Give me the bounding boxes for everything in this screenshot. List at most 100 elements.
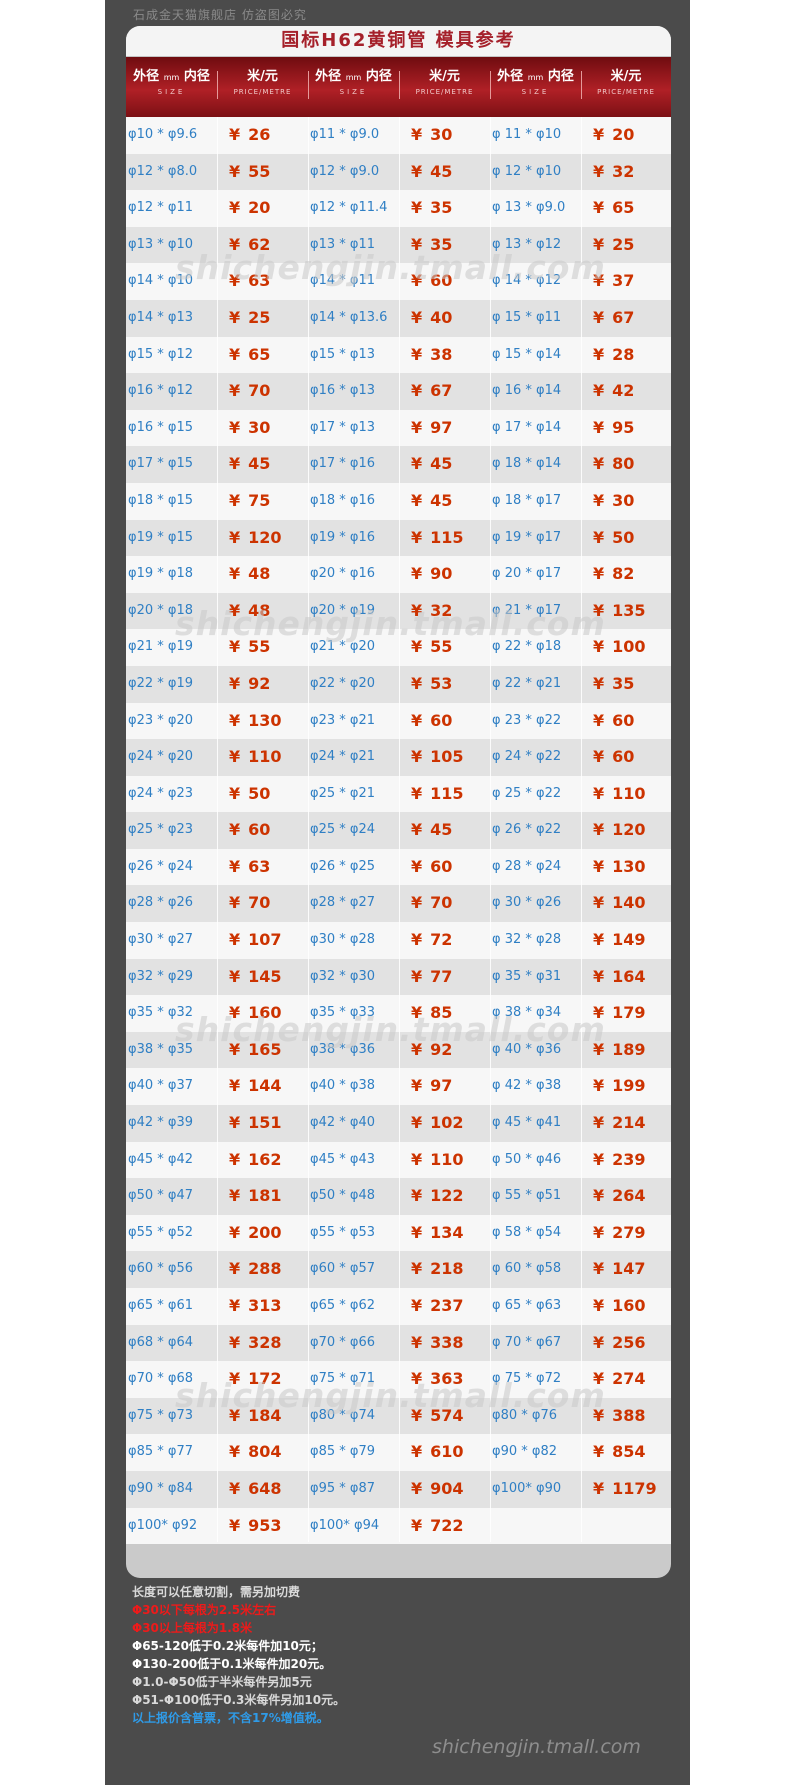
price-value: 75	[248, 490, 271, 510]
price-cell: ¥35	[399, 190, 489, 227]
price-cell: ¥55	[217, 154, 307, 191]
size-cell: φ45 * φ42	[128, 1151, 193, 1167]
price-value: 134	[430, 1222, 464, 1242]
price-value: 32	[612, 161, 635, 181]
price-value: 164	[612, 966, 646, 986]
price-cell: ¥145	[217, 959, 307, 996]
price-value: 218	[430, 1259, 464, 1279]
size-cell: φ12 * φ11	[128, 200, 193, 216]
size-cell: φ15 * φ13	[310, 346, 375, 362]
size-cell: φ18 * φ16	[310, 492, 375, 508]
price-cell: ¥60	[399, 849, 489, 886]
currency-symbol: ¥	[593, 930, 605, 950]
currency-symbol: ¥	[229, 747, 241, 767]
price-cell: ¥65	[581, 190, 671, 227]
size-cell: φ 20 * φ17	[492, 566, 562, 582]
price-value: 42	[612, 381, 635, 401]
size-cell: φ 26 * φ22	[492, 822, 562, 838]
size-cell: φ 13 * φ9.0	[492, 200, 566, 216]
footer-watermark: shichengjin.tmall.com	[432, 1736, 641, 1758]
note-line: Φ65-120低于0.2米每件加10元；	[132, 1639, 323, 1653]
size-cell: φ50 * φ48	[310, 1188, 375, 1204]
price-value: 149	[612, 930, 646, 950]
price-cell: ¥130	[581, 849, 671, 886]
currency-symbol: ¥	[593, 1222, 605, 1242]
price-cell: ¥53	[399, 666, 489, 703]
price-cell: ¥200	[217, 1215, 307, 1252]
size-cell: φ25 * φ23	[128, 822, 193, 838]
size-cell: φ26 * φ25	[310, 858, 375, 874]
price-value: 288	[248, 1259, 282, 1279]
price-cell: ¥50	[217, 776, 307, 813]
price-cell: ¥164	[581, 959, 671, 996]
size-cell: φ100* φ90	[492, 1480, 562, 1496]
price-value: 70	[248, 893, 271, 913]
price-cell: ¥328	[217, 1325, 307, 1362]
price-value: 26	[248, 125, 271, 144]
price-value: 1179	[612, 1478, 657, 1498]
currency-symbol: ¥	[229, 527, 241, 547]
price-value: 105	[430, 747, 464, 767]
price-cell: ¥122	[399, 1178, 489, 1215]
size-cell: φ40 * φ38	[310, 1078, 375, 1094]
size-cell: φ16 * φ13	[310, 383, 375, 399]
watermark: shichengjin.tmall.com	[175, 1376, 606, 1415]
price-value: 264	[612, 1186, 646, 1206]
size-cell: φ16 * φ12	[128, 383, 193, 399]
currency-symbol: ¥	[411, 381, 423, 401]
column-divider	[399, 117, 400, 1542]
price-value: 82	[612, 564, 635, 584]
price-cell: ¥30	[581, 483, 671, 520]
currency-symbol: ¥	[411, 1186, 423, 1206]
currency-symbol: ¥	[229, 1186, 241, 1206]
column-divider	[217, 117, 218, 1542]
price-cell: ¥147	[581, 1251, 671, 1288]
currency-symbol: ¥	[411, 966, 423, 986]
size-cell: φ32 * φ30	[310, 968, 375, 984]
note-line: Φ30以下每根为2.5米左右	[132, 1603, 277, 1617]
price-cell: ¥107	[217, 922, 307, 959]
size-cell: φ 11 * φ10	[492, 127, 562, 142]
currency-symbol: ¥	[411, 307, 423, 327]
size-cell: φ12 * φ11.4	[310, 200, 388, 216]
currency-symbol: ¥	[593, 673, 605, 693]
currency-symbol: ¥	[411, 490, 423, 510]
price-cell: ¥63	[217, 849, 307, 886]
size-cell: φ 50 * φ46	[492, 1151, 562, 1167]
price-cell: ¥102	[399, 1105, 489, 1142]
header-size: 外径 mm 内径 SIZE	[133, 69, 210, 96]
table-title: 国标H62黄铜管 模具参考	[126, 26, 671, 57]
price-value: 115	[430, 527, 464, 547]
size-cell: φ 24 * φ22	[492, 749, 562, 765]
size-cell: φ23 * φ21	[310, 712, 375, 728]
size-cell: φ 35 * φ31	[492, 968, 562, 984]
price-cell: ¥50	[581, 520, 671, 557]
price-value: 25	[248, 307, 271, 327]
currency-symbol: ¥	[411, 856, 423, 876]
price-value: 110	[248, 747, 282, 767]
price-cell: ¥288	[217, 1251, 307, 1288]
size-cell: φ11 * φ9.0	[310, 127, 380, 142]
price-cell: ¥115	[399, 520, 489, 557]
price-cell: ¥70	[217, 373, 307, 410]
price-value: 274	[612, 1369, 646, 1389]
price-cell: ¥40	[399, 300, 489, 337]
price-cell: ¥120	[581, 812, 671, 849]
size-cell: φ 25 * φ22	[492, 785, 562, 801]
price-value: 20	[612, 125, 635, 144]
price-cell: ¥110	[217, 739, 307, 776]
price-value: 97	[430, 1076, 453, 1096]
price-cell: ¥45	[399, 483, 489, 520]
currency-symbol: ¥	[593, 1332, 605, 1352]
price-cell: ¥72	[399, 922, 489, 959]
currency-symbol: ¥	[411, 344, 423, 364]
price-cell: ¥279	[581, 1215, 671, 1252]
price-value: 179	[612, 1003, 646, 1023]
price-value: 313	[248, 1296, 282, 1315]
currency-symbol: ¥	[411, 747, 423, 767]
price-cell: ¥60	[217, 812, 307, 849]
size-cell: φ24 * φ20	[128, 749, 193, 765]
size-cell: φ55 * φ53	[310, 1224, 375, 1240]
price-value: 804	[248, 1442, 282, 1462]
currency-symbol: ¥	[593, 1478, 605, 1498]
